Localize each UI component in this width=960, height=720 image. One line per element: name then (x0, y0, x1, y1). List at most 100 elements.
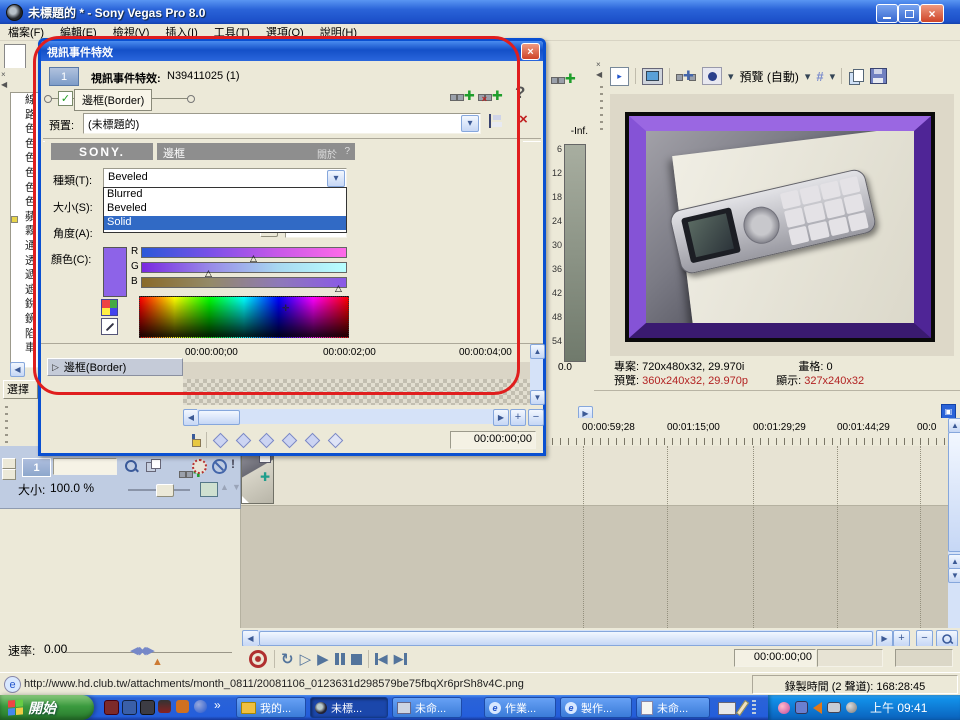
kf-zoom-out[interactable]: − (528, 409, 544, 426)
dock-tab[interactable]: 選擇 (3, 380, 38, 399)
language-bar-handle[interactable] (752, 700, 756, 715)
preview-quality-icon[interactable] (702, 67, 722, 85)
zoom-tool-button[interactable] (936, 630, 958, 647)
loop-button[interactable]: ↻ (281, 650, 294, 668)
hscroll-track[interactable] (258, 630, 874, 645)
track-solo-icon[interactable]: ! (231, 457, 235, 471)
kf-delete-button[interactable] (325, 431, 345, 449)
g-slider[interactable] (141, 262, 347, 273)
play-from-start-button[interactable]: ▷ (300, 650, 312, 668)
preview-pin-icon[interactable]: ◀ (596, 70, 602, 79)
dock-close-icon[interactable]: × (1, 70, 6, 79)
grid-dropdown-arrow[interactable]: ▾ (830, 70, 836, 83)
kf-hscrollbar[interactable]: ◀ ▶ + − (183, 409, 543, 425)
effect-list-partial[interactable]: 線 路 色 色 色 色 色 色 蘋 霧 通 透 遞 遮 銳 鏡 陷 車 (10, 92, 39, 368)
grid-overlay-icon[interactable]: # (816, 69, 823, 84)
keyframe-track-header[interactable]: ▷ 邊框(Border) (47, 358, 183, 376)
docking-icon[interactable]: ▣ (941, 404, 956, 419)
track-size-slider-handle[interactable] (156, 484, 174, 497)
hscroll-thumb[interactable] (259, 631, 873, 646)
track-mute-icon[interactable] (212, 459, 227, 474)
kf-insert-button[interactable] (256, 431, 276, 449)
kf-last-button[interactable] (302, 431, 322, 449)
taskbar-button-6[interactable]: 未命... (636, 697, 710, 718)
quicklaunch-icon-6[interactable] (194, 700, 207, 713)
zoom-in-button[interactable]: + (893, 630, 910, 647)
b-slider-handle[interactable]: △ (335, 283, 342, 294)
track-number-tile[interactable]: 1 (22, 458, 51, 477)
rate-slider-handle[interactable]: ◀◆◆▶ (130, 644, 152, 657)
kf-vscroll-down[interactable]: ▼ (530, 390, 545, 405)
timeline-hscrollbar[interactable]: ◀ ▶ + − (240, 628, 960, 646)
dialog-titlebar[interactable]: 視訊事件特效 × (41, 41, 543, 61)
kf-zoom-in[interactable]: + (510, 409, 526, 426)
taskbar-button-2-active[interactable]: 未標... (310, 697, 388, 718)
vscroll-thumb[interactable] (948, 432, 960, 552)
preview-mode-label[interactable]: 預覽 (自動) (740, 68, 799, 85)
taskbar-button-1[interactable]: 我的... (236, 697, 306, 718)
minimize-button[interactable] (876, 4, 898, 23)
timeline-vscrollbar[interactable]: ▲ ▲ ▼ (948, 418, 960, 628)
sync-cursor-icon[interactable] (183, 431, 203, 449)
tray-volume-icon[interactable] (813, 702, 822, 714)
type-dropdown-arrow[interactable]: ▾ (327, 170, 345, 187)
preview-close-icon[interactable]: × (596, 60, 601, 69)
track-zoom-icon[interactable] (122, 458, 140, 474)
kf-hscroll-right[interactable]: ▶ (493, 409, 509, 426)
dropdown-option-beveled[interactable]: Beveled (104, 202, 346, 216)
type-combobox[interactable]: Beveled ▾ (103, 168, 347, 189)
dock-pin-icon[interactable]: ◀ (1, 80, 7, 89)
track-minimize-button[interactable] (2, 458, 16, 469)
keyboard-layout-icon[interactable] (718, 702, 736, 715)
track-automation-icon[interactable] (192, 459, 207, 474)
quicklaunch-icon-4[interactable] (158, 700, 171, 713)
taskbar-button-4[interactable]: e 作業... (484, 697, 556, 718)
preset-dropdown-arrow[interactable]: ▾ (461, 115, 479, 132)
pen-input-icon[interactable] (736, 700, 749, 716)
new-project-icon[interactable] (4, 44, 26, 70)
kf-hscroll-track[interactable] (197, 409, 493, 424)
hscroll-left[interactable]: ◀ (242, 630, 259, 647)
track-up-icon[interactable]: ▲ (220, 482, 229, 492)
play-button[interactable]: ▶ (317, 650, 329, 668)
about-help-icon[interactable]: ? (344, 146, 350, 157)
vscroll-down[interactable]: ▼ (948, 568, 960, 583)
restore-button[interactable] (898, 4, 920, 23)
track-area[interactable]: ✚ (240, 446, 948, 628)
start-button[interactable]: 開始 (0, 695, 94, 720)
zoom-out-button[interactable]: − (916, 630, 933, 647)
quicklaunch-icon-5[interactable] (176, 700, 189, 713)
dropdown-option-solid-selected[interactable]: Solid (104, 216, 346, 230)
b-slider[interactable] (141, 277, 347, 288)
kf-prev-button[interactable] (233, 431, 253, 449)
kf-next-button[interactable] (279, 431, 299, 449)
video-event-fx-dialog[interactable]: 視訊事件特效 × 1 視訊事件特效: N39411025 (1) ✓ 邊框(Bo… (38, 38, 546, 456)
eyedropper-icon[interactable] (101, 318, 118, 335)
track-down-icon[interactable]: ▼ (232, 482, 241, 492)
track-compositing-icon[interactable] (200, 482, 218, 497)
close-button[interactable]: × (920, 4, 944, 23)
go-to-end-button[interactable]: ▶ (394, 651, 407, 667)
track-name-field[interactable] (53, 458, 117, 475)
save-snapshot-icon[interactable] (870, 68, 887, 84)
quality-dropdown-arrow[interactable]: ▾ (728, 70, 734, 83)
delete-preset-icon[interactable]: × (519, 111, 528, 128)
keyframe-ruler[interactable]: 00:00:00;00 00:00:02;00 00:00:04;00 (183, 344, 530, 363)
clip-fx-icon[interactable]: ✚ (260, 470, 270, 484)
go-to-start-button[interactable]: ◀ (375, 651, 388, 667)
taskbar-button-3[interactable]: 未命... (392, 697, 462, 718)
copy-snapshot-icon[interactable] (848, 69, 864, 84)
dialog-close-button[interactable]: × (521, 43, 540, 60)
track-restore-button[interactable] (2, 469, 16, 480)
cursor-timecode-box[interactable]: 00:00:00;00 (734, 649, 816, 667)
plugin-checkbox[interactable]: ✓ (58, 91, 73, 106)
color-gradient-picker[interactable]: ✛ (139, 296, 349, 338)
video-output-fx-icon[interactable]: ✚ (676, 69, 696, 83)
dropdown-option-blurred[interactable]: Blurred (104, 188, 346, 202)
plugin-chain-button[interactable]: 邊框(Border) (74, 89, 152, 111)
tray-icon-1[interactable] (778, 702, 790, 714)
vscroll-up[interactable]: ▲ (948, 418, 960, 433)
quicklaunch-icon-3[interactable] (140, 700, 155, 715)
preview-mode-arrow[interactable]: ▾ (805, 70, 811, 83)
tray-icon-2[interactable] (795, 701, 808, 714)
